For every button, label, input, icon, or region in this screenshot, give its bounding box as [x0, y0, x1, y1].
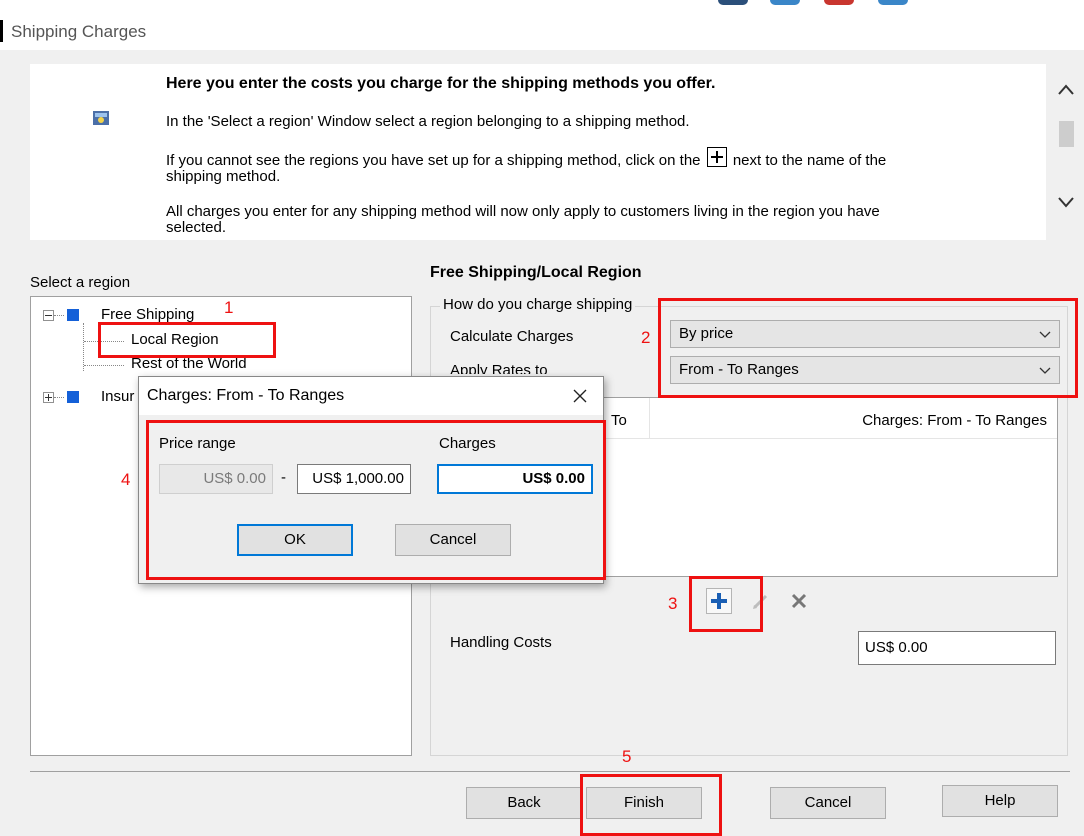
table-header: To Charges: From - To Ranges [575, 398, 1057, 439]
tree-line [83, 323, 84, 371]
close-icon[interactable] [571, 387, 589, 405]
annotation-box-1 [98, 322, 276, 358]
info-line-3: All charges you enter for any shipping m… [166, 204, 1026, 236]
tree-line [54, 315, 64, 316]
scroll-up-icon[interactable] [1056, 80, 1076, 100]
apply-rates-label: Apply Rates to [450, 362, 548, 374]
annotation-box-2 [658, 298, 1078, 398]
annotation-number-4: 4 [121, 470, 131, 489]
annotation-number-1: 1 [224, 298, 234, 317]
info-line-1: In the 'Select a region' Window select a… [166, 113, 690, 130]
info-line-3a: All charges you enter for any shipping m… [166, 203, 880, 220]
column-charges[interactable]: Charges: From - To Ranges [862, 412, 1047, 429]
annotation-box-3 [689, 576, 763, 632]
shipping-method-icon [67, 391, 79, 403]
tree-line [84, 365, 124, 366]
annotation-number-5: 5 [622, 747, 632, 766]
info-line-2c: shipping method. [166, 168, 281, 185]
annotation-number-2: 2 [641, 328, 651, 347]
tree-item-free-shipping[interactable]: Free Shipping [101, 306, 194, 323]
annotation-box-5 [580, 774, 722, 836]
ranges-table[interactable]: To Charges: From - To Ranges [574, 397, 1058, 577]
scroll-down-icon[interactable] [1056, 192, 1076, 212]
plus-box-icon [706, 147, 727, 167]
tree-item-insurance[interactable]: Insur [101, 388, 134, 405]
group-legend: How do you charge shipping [440, 296, 636, 313]
handling-costs-input[interactable]: US$ 0.00 [858, 631, 1056, 665]
window-title: Shipping Charges [11, 22, 147, 41]
x-icon[interactable] [786, 588, 812, 614]
title-bar: Shipping Charges [0, 0, 1084, 50]
dialog-title-bar: Charges: From - To Ranges [139, 377, 603, 415]
annotation-box-4 [146, 420, 606, 580]
cancel-button[interactable]: Cancel [770, 787, 886, 819]
annotation-number-3: 3 [668, 594, 678, 613]
info-line-2b: next to the name of the [732, 152, 887, 169]
calculate-charges-label: Calculate Charges [450, 328, 574, 345]
select-region-label: Select a region [30, 274, 131, 291]
dialog-title: Charges: From - To Ranges [147, 387, 345, 404]
back-button[interactable]: Back [466, 787, 582, 819]
info-panel: Here you enter the costs you charge for … [30, 64, 1046, 240]
scrollbar-thumb[interactable] [1059, 121, 1074, 147]
shipping-icon [93, 111, 109, 125]
column-to[interactable]: To [611, 412, 627, 429]
shipping-method-icon [67, 309, 79, 321]
expand-icon[interactable] [43, 392, 54, 403]
handling-costs-label: Handling Costs [450, 634, 552, 651]
window-edge [0, 20, 3, 42]
info-heading: Here you enter the costs you charge for … [166, 75, 716, 92]
bottom-separator [30, 771, 1070, 772]
tree-line [54, 397, 64, 398]
details-title: Free Shipping/Local Region [430, 264, 642, 281]
column-separator [649, 398, 650, 438]
help-button[interactable]: Help [942, 785, 1058, 817]
info-line-2a: If you cannot see the regions you have s… [166, 152, 701, 169]
collapse-icon[interactable] [43, 310, 54, 321]
info-line-2: If you cannot see the regions you have s… [166, 147, 1026, 185]
info-line-3b: selected. [166, 219, 227, 236]
